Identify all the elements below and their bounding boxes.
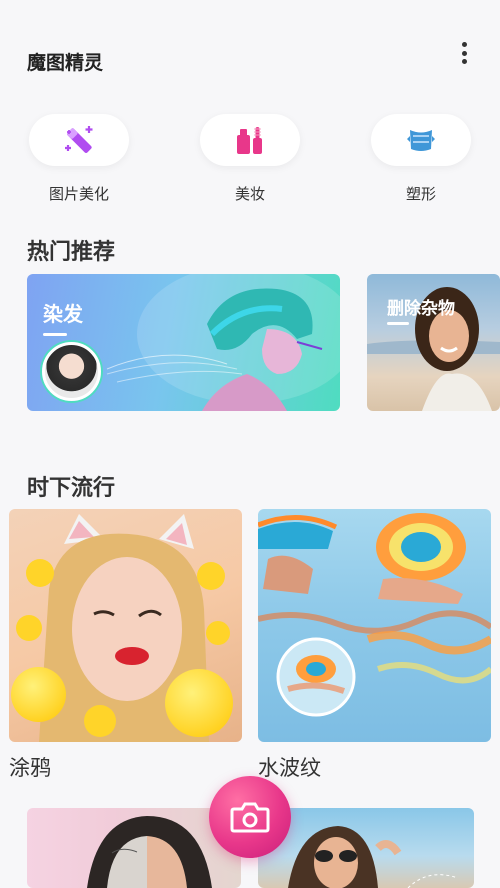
emoji-sticker-large xyxy=(165,669,233,737)
tool-pill[interactable] xyxy=(29,114,129,166)
tool-pill[interactable] xyxy=(371,114,471,166)
magic-wand-icon xyxy=(65,126,93,153)
hot-card-label: 染发 xyxy=(43,302,83,326)
emoji-sticker xyxy=(16,615,42,641)
hot-card-label: 删除杂物 xyxy=(387,299,455,319)
more-options-button[interactable] xyxy=(452,40,476,66)
dot xyxy=(461,42,467,47)
label-underline xyxy=(387,322,409,325)
emoji-sticker xyxy=(84,705,116,737)
makeup-icon xyxy=(237,127,262,154)
emoji-sticker xyxy=(197,562,225,590)
tool-pill[interactable] xyxy=(200,114,300,166)
tool-makeup[interactable]: 美妆 xyxy=(198,114,302,204)
body-shape-icon xyxy=(407,130,435,151)
section-title-hot: 热门推荐 xyxy=(27,240,116,265)
dot xyxy=(461,59,467,64)
camera-icon xyxy=(230,802,270,833)
emoji-sticker xyxy=(206,621,230,645)
tool-label: 美妆 xyxy=(234,185,265,203)
hair-dye-avatar xyxy=(42,342,101,401)
emoji-sticker xyxy=(26,559,54,587)
tool-photo-beautify[interactable]: 图片美化 xyxy=(27,114,131,204)
trend-card-ripple[interactable] xyxy=(258,509,491,742)
hot-card-hair-dye[interactable]: 染发 xyxy=(27,274,340,411)
section-title-trending: 时下流行 xyxy=(27,476,116,501)
trend-label: 涂鸦 xyxy=(9,756,51,780)
tool-label: 图片美化 xyxy=(48,185,109,203)
ripple-illustration xyxy=(258,513,491,717)
camera-button[interactable] xyxy=(209,776,291,858)
trend-card-doodle[interactable] xyxy=(9,509,242,742)
hot-card-remove-objects[interactable]: 删除杂物 xyxy=(367,274,500,411)
tool-body-shape[interactable]: 塑形 xyxy=(369,114,473,204)
dot xyxy=(461,50,467,56)
trend-label: 水波纹 xyxy=(258,756,321,780)
tool-label: 塑形 xyxy=(405,185,436,203)
label-underline xyxy=(43,333,67,336)
app-title: 魔图精灵 xyxy=(27,52,104,74)
emoji-sticker-large xyxy=(11,667,66,722)
